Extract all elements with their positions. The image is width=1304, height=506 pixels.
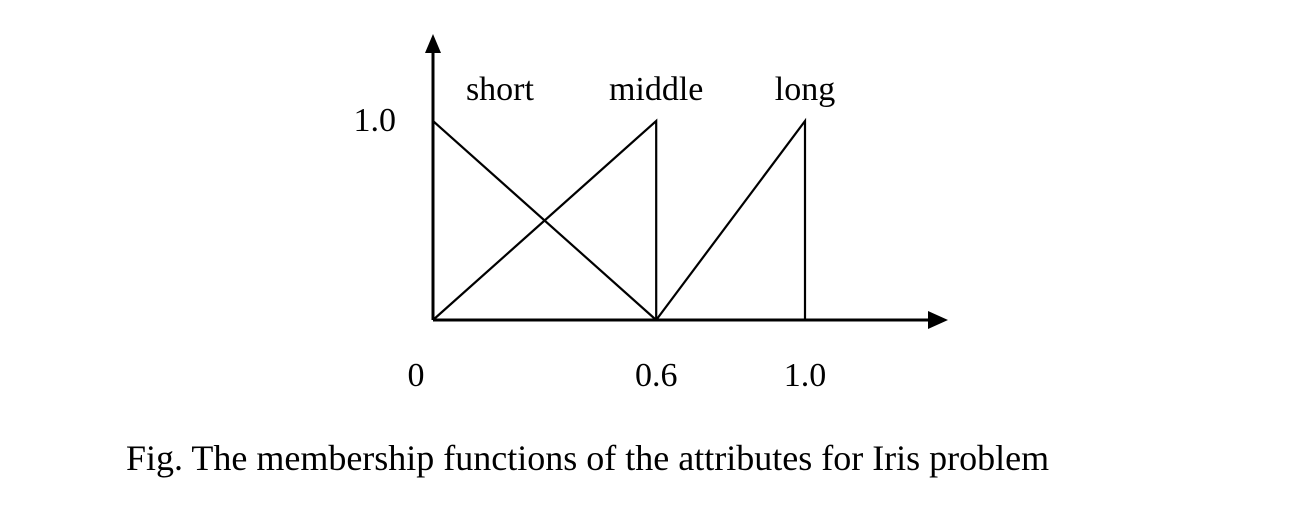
figure: short middle long 0 0.6 1.0 1.0 Fig. The membe… bbox=[0, 0, 1304, 506]
y-tick-label: 1.0 bbox=[354, 102, 397, 139]
x-axis-arrow-icon bbox=[928, 311, 948, 329]
series-line-middle bbox=[432, 118, 805, 322]
labels: short middle long 0 0.6 1.0 1.0 bbox=[354, 71, 836, 394]
series-line-long bbox=[655, 117, 807, 321]
x-tick-label: 1.0 bbox=[784, 357, 827, 394]
series-label-middle: middle bbox=[609, 71, 703, 108]
x-tick-label: 0 bbox=[408, 357, 425, 394]
series-label-long: long bbox=[775, 71, 835, 108]
series-lines bbox=[432, 117, 807, 322]
series-label-short: short bbox=[466, 71, 535, 108]
figure-caption: Fig. The membership functions of the att… bbox=[126, 438, 1050, 478]
x-tick-label: 0.6 bbox=[635, 357, 678, 394]
membership-chart: short middle long 0 0.6 1.0 1.0 bbox=[354, 34, 948, 394]
y-axis-arrow-icon bbox=[425, 34, 441, 53]
